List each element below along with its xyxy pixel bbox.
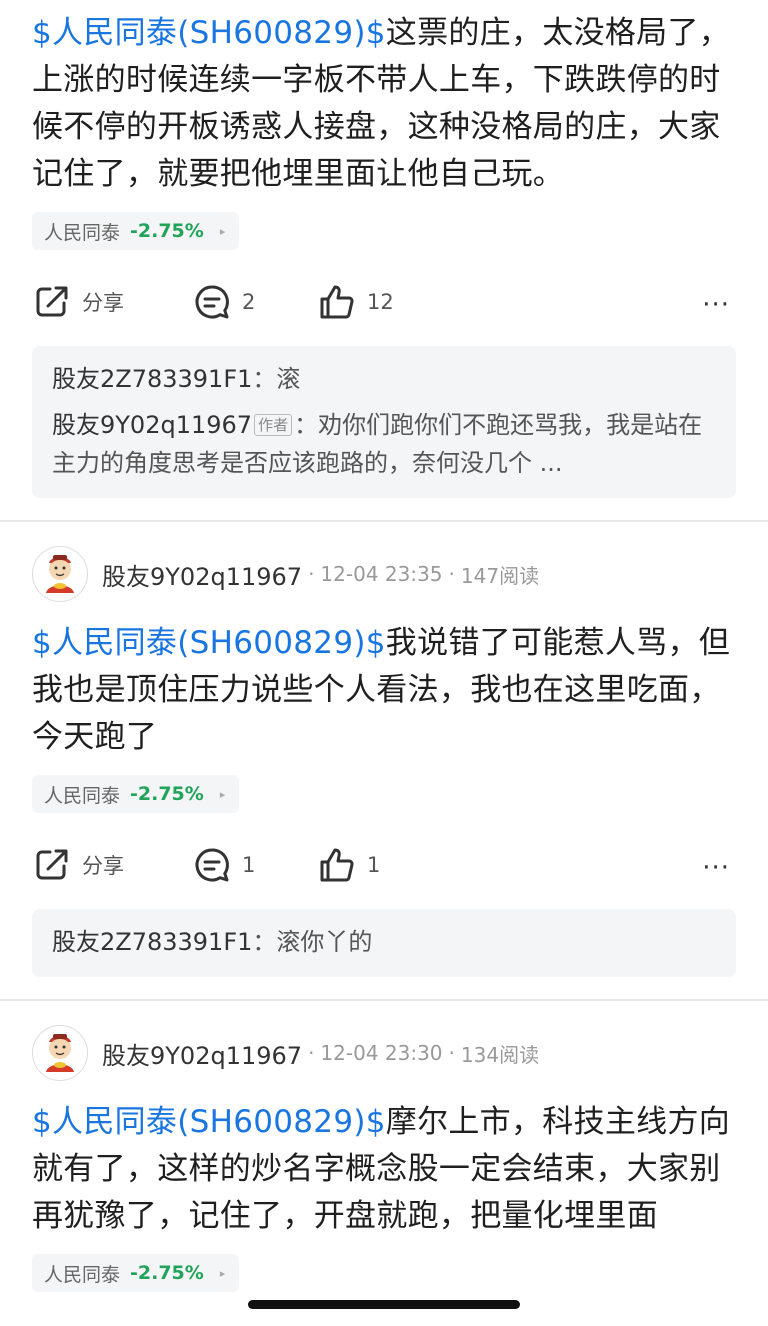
- post-time: 12-04 23:35: [320, 562, 443, 586]
- like-icon: [317, 845, 357, 885]
- stock-tag-link[interactable]: $人民同泰(SH600829)$: [32, 625, 386, 661]
- comment-count: 2: [242, 290, 256, 314]
- reply-list[interactable]: 股友2Z783391F1：滚 股友9Y02q11967 作者 ：劝你们跑你们不跑还骂…: [32, 346, 736, 498]
- stock-chip-name: 人民同泰: [44, 784, 121, 807]
- reply-author[interactable]: 股友2Z783391F1: [52, 928, 252, 956]
- reply-text: 滚: [276, 365, 301, 393]
- stock-tag-link[interactable]: $人民同泰(SH600829)$: [32, 1104, 386, 1140]
- post-body: $人民同泰(SH600829)$摩尔上市，科技主线方向就有了，这样的炒名字概念股…: [32, 1099, 736, 1240]
- like-button[interactable]: 1: [317, 845, 380, 885]
- comment-count: 1: [242, 853, 256, 877]
- comment-button[interactable]: 2: [192, 282, 317, 322]
- author-badge: 作者: [254, 414, 293, 436]
- post-author[interactable]: 股友9Y02q11967: [102, 1036, 302, 1071]
- reply-item: 股友9Y02q11967 作者 ：劝你们跑你们不跑还骂我，我是站在主力的角度思考是否…: [52, 406, 716, 482]
- reply-author[interactable]: 股友9Y02q11967: [52, 411, 252, 439]
- post-body: $人民同泰(SH600829)$这票的庄，太没格局了，上涨的时候连续一字板不带人…: [32, 10, 736, 198]
- divider: [0, 999, 768, 1001]
- share-icon: [32, 845, 72, 885]
- share-button[interactable]: 分享: [32, 845, 192, 885]
- chevron-right-icon: ▸: [219, 1266, 226, 1280]
- meta-separator: ·: [308, 1041, 315, 1065]
- home-indicator[interactable]: [248, 1300, 520, 1309]
- share-icon: [32, 282, 72, 322]
- avatar-icon: [37, 549, 83, 599]
- stock-chip[interactable]: 人民同泰 -2.75% ▸: [32, 775, 240, 813]
- reply-separator: ：: [294, 411, 319, 439]
- action-bar: 分享 2 12 ···: [32, 272, 736, 332]
- stock-chip-change: -2.75%: [130, 220, 204, 242]
- stock-chip-change: -2.75%: [130, 783, 204, 805]
- post-header: 股友9Y02q11967 · 12-04 23:30 · 134阅读: [32, 1023, 736, 1083]
- post-author[interactable]: 股友9Y02q11967: [102, 557, 302, 592]
- post-2: 股友9Y02q11967 · 12-04 23:35 · 147阅读 $人民同泰…: [0, 544, 768, 977]
- share-button[interactable]: 分享: [32, 282, 192, 322]
- stock-chip[interactable]: 人民同泰 -2.75% ▸: [32, 212, 240, 250]
- post-time: 12-04 23:30: [320, 1041, 443, 1065]
- avatar-icon: [37, 1028, 83, 1078]
- comment-icon: [192, 845, 232, 885]
- stock-chip-name: 人民同泰: [44, 221, 121, 244]
- post-1: $人民同泰(SH600829)$这票的庄，太没格局了，上涨的时候连续一字板不带人…: [0, 0, 768, 498]
- post-body: $人民同泰(SH600829)$我说错了可能惹人骂，但我也是顶住压力说些个人看法…: [32, 620, 736, 761]
- post-3: 股友9Y02q11967 · 12-04 23:30 · 134阅读 $人民同泰…: [0, 1023, 768, 1292]
- stock-tag-link[interactable]: $人民同泰(SH600829)$: [32, 15, 386, 51]
- like-button[interactable]: 12: [317, 282, 394, 322]
- like-icon: [317, 282, 357, 322]
- meta-separator: ·: [308, 562, 315, 586]
- avatar[interactable]: [32, 1025, 88, 1081]
- chevron-right-icon: ▸: [219, 224, 226, 238]
- stock-chip-name: 人民同泰: [44, 1263, 121, 1286]
- reply-item: 股友2Z783391F1：滚你丫的: [52, 923, 716, 961]
- comment-icon: [192, 282, 232, 322]
- like-count: 12: [367, 290, 394, 314]
- reply-author[interactable]: 股友2Z783391F1: [52, 365, 252, 393]
- post-header: 股友9Y02q11967 · 12-04 23:35 · 147阅读: [32, 544, 736, 604]
- stock-chip-change: -2.75%: [130, 1262, 204, 1284]
- more-icon[interactable]: ···: [702, 853, 730, 883]
- stock-chip[interactable]: 人民同泰 -2.75% ▸: [32, 1254, 240, 1292]
- meta-separator: ·: [448, 1041, 455, 1065]
- read-count: 147阅读: [460, 563, 540, 588]
- chevron-right-icon: ▸: [219, 787, 226, 801]
- action-bar: 分享 1 1 ···: [32, 835, 736, 895]
- divider: [0, 520, 768, 522]
- share-label: 分享: [82, 854, 124, 878]
- read-count: 134阅读: [460, 1042, 540, 1067]
- reply-list[interactable]: 股友2Z783391F1：滚你丫的: [32, 909, 736, 977]
- avatar[interactable]: [32, 546, 88, 602]
- reply-item: 股友2Z783391F1：滚: [52, 360, 716, 398]
- share-label: 分享: [82, 291, 124, 315]
- meta-separator: ·: [448, 562, 455, 586]
- more-icon[interactable]: ···: [702, 290, 730, 320]
- like-count: 1: [367, 853, 381, 877]
- reply-separator: ：: [252, 928, 277, 956]
- comment-button[interactable]: 1: [192, 845, 317, 885]
- reply-text: 滚你丫的: [276, 928, 373, 956]
- reply-separator: ：: [252, 365, 277, 393]
